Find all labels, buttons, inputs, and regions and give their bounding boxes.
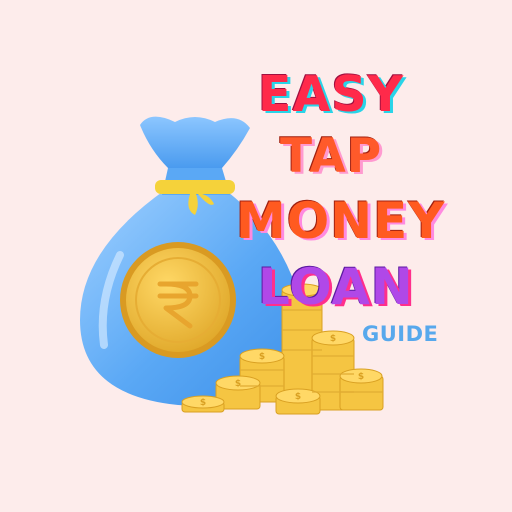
svg-text:$: $ <box>235 379 241 389</box>
subtitle-guide: GUIDE <box>362 322 439 346</box>
title-line-easy: EASY <box>258 66 405 123</box>
rupee-coin-icon <box>120 242 236 358</box>
title-line-tap: TAP <box>280 129 383 184</box>
svg-text:$: $ <box>330 334 336 344</box>
svg-text:$: $ <box>200 398 206 408</box>
artwork: $ $ $ $ $ $ <box>80 116 384 415</box>
app-icon-canvas: $ $ $ $ $ $ EASY TAP MONEY LOAN GUIDE <box>0 0 512 512</box>
title-line-loan: LOAN <box>258 258 414 316</box>
svg-text:$: $ <box>259 352 265 362</box>
svg-text:$: $ <box>295 392 301 402</box>
svg-text:$: $ <box>358 372 364 382</box>
title-line-money: MONEY <box>236 192 446 250</box>
